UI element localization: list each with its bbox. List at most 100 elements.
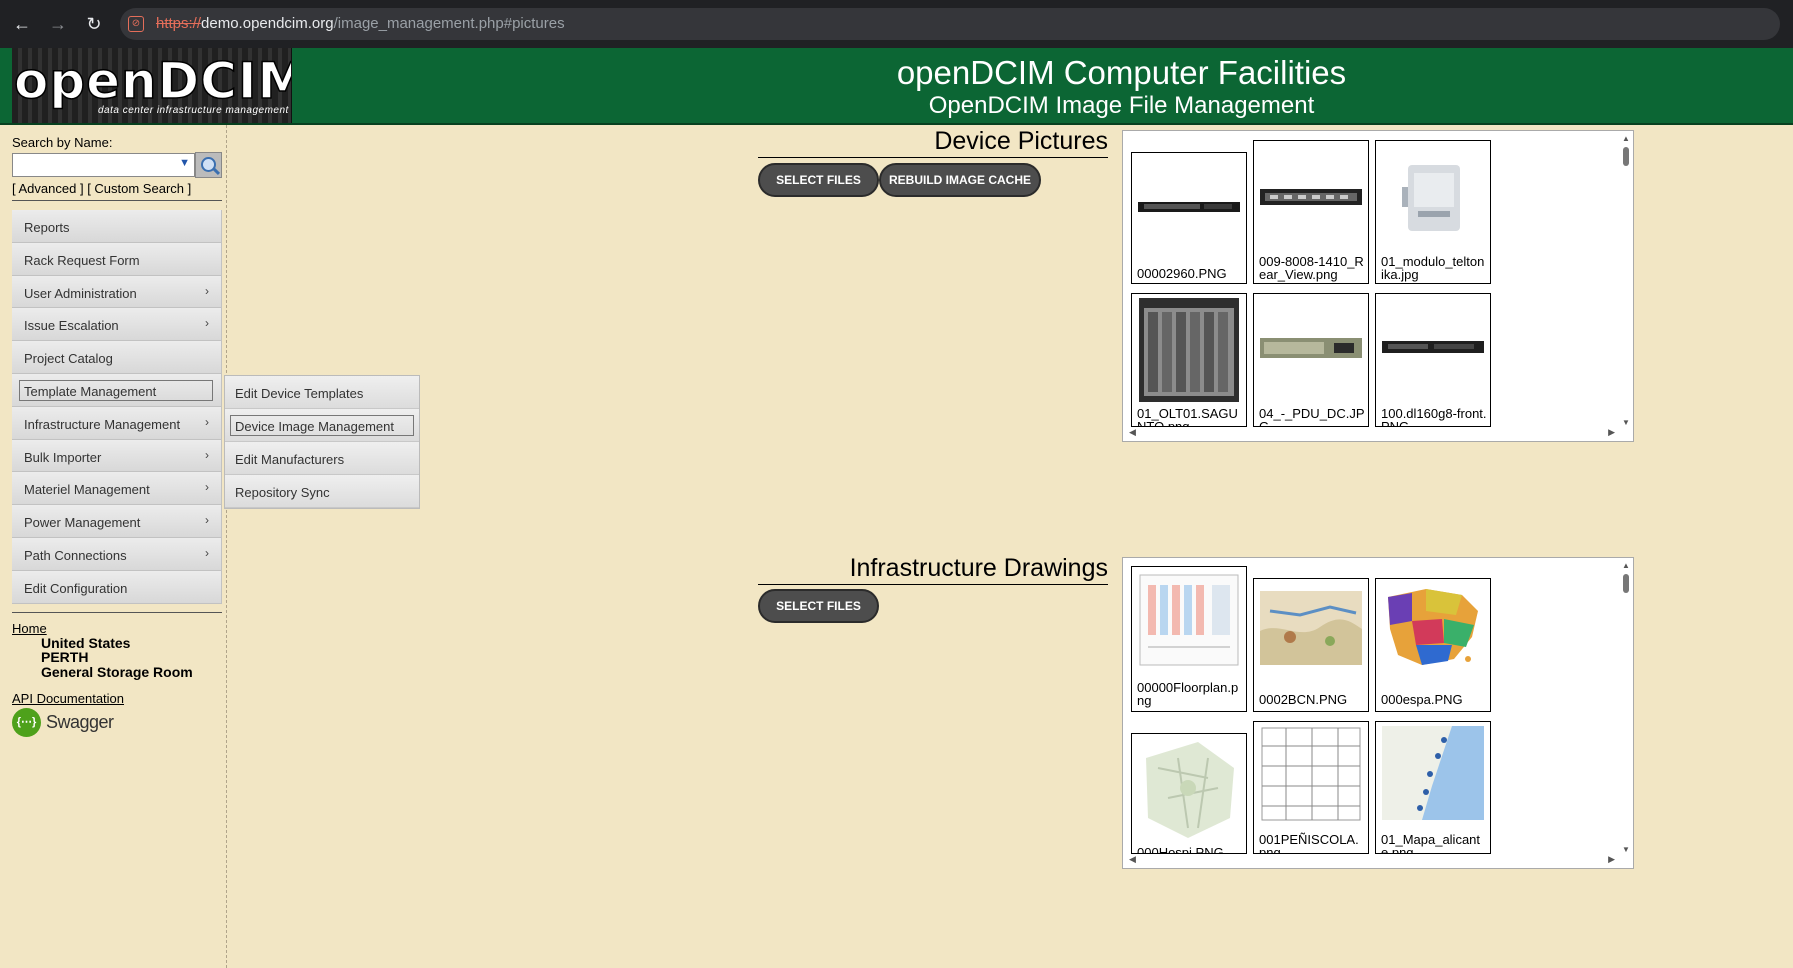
menu-item-bulk-importer[interactable]: Bulk Importer › [12,439,222,473]
page-title: OpenDCIM Image File Management [928,92,1315,119]
search-label: Search by Name: [12,135,113,150]
api-documentation-link[interactable]: API Documentation [12,691,124,706]
menu-item-edit-configuration[interactable]: Edit Configuration [12,570,222,604]
barcelona-map-image [1260,591,1362,665]
menu-label: Infrastructure Management [24,416,181,432]
image-filename: 01_OLT01.SAGUNTO.png [1137,406,1238,427]
scroll-right-icon[interactable]: ▶ [1608,854,1615,865]
template-management-submenu: Edit Device Templates Device Image Manag… [224,375,420,509]
scrollbar-thumb[interactable] [1623,574,1629,593]
custom-search-link[interactable]: [ Custom Search ] [87,181,191,196]
menu-label: Rack Request Form [24,252,140,268]
scroll-right-icon[interactable]: ▶ [1608,427,1615,438]
image-thumbnail[interactable]: 001PEÑISCOLA.png [1253,721,1369,854]
scroll-down-icon[interactable]: ▼ [1622,845,1630,854]
submenu-item-device-image-management[interactable]: Device Image Management [225,409,419,442]
submenu-label: Repository Sync [235,485,330,500]
alicante-map-image [1382,726,1484,820]
advanced-search-link[interactable]: [ Advanced ] [12,181,84,196]
menu-item-rack-request-form[interactable]: Rack Request Form [12,242,222,276]
scroll-left-icon[interactable]: ◀ [1129,854,1136,865]
switch-image [1138,202,1240,212]
image-filename: 009-8008-1410_Rear_View.png [1259,254,1364,282]
image-thumbnail[interactable]: 00000Floorplan.png [1131,566,1247,712]
site-title: openDCIM Computer Facilities [896,54,1347,91]
main-menu: Reports Rack Request Form User Administr… [12,210,222,604]
chevron-right-icon: › [205,480,209,495]
menu-label: Issue Escalation [24,318,119,334]
menu-item-power-management[interactable]: Power Management › [12,505,222,538]
image-thumbnail[interactable]: 000espa.PNG [1375,578,1491,712]
spain-map-image [1388,589,1478,665]
submenu-item-edit-device-templates[interactable]: Edit Device Templates [225,376,419,409]
submenu-item-edit-manufacturers[interactable]: Edit Manufacturers [225,442,419,475]
image-filename: 00002960.PNG [1137,266,1227,281]
rebuild-image-cache-button[interactable]: REBUILD IMAGE CACHE [879,163,1041,197]
reload-icon[interactable]: ↻ [82,12,106,36]
image-thumbnail[interactable]: 00002960.PNG [1131,152,1247,284]
image-filename: 000espa.PNG [1381,692,1463,707]
focus-frame [19,379,213,401]
horizontal-scrollbar[interactable]: ◀ ▶ [1123,853,1621,868]
image-thumbnail[interactable]: 000Hospi.PNG [1131,733,1247,854]
menu-item-user-administration[interactable]: User Administration › [12,275,222,309]
image-thumbnail[interactable]: 04_-_PDU_DC.JPG [1253,293,1369,427]
scrollbar-thumb[interactable] [1623,147,1629,166]
menu-item-infrastructure-management[interactable]: Infrastructure Management › [12,406,222,440]
chevron-right-icon: › [205,414,209,429]
rear-panel-image [1260,189,1362,205]
insecure-site-icon[interactable]: ⊘ [128,16,144,32]
scroll-up-icon[interactable]: ▲ [1622,134,1630,143]
dropdown-arrow-icon[interactable]: ▼ [179,157,190,169]
infrastructure-drawings-gallery[interactable]: 00000Floorplan.png 0002BCN.PNG 000espa.P… [1122,557,1634,869]
chevron-right-icon: › [205,545,209,560]
submenu-label: Edit Manufacturers [235,452,345,467]
page-header: openDCIM data center infrastructure mana… [0,48,1793,125]
browser-toolbar: ← → ↻ ⊘ https://demo.opendcim.org/image_… [0,0,1793,48]
device-pictures-gallery[interactable]: 00002960.PNG 009-8008-1410_Rear_View.png… [1122,130,1634,442]
image-thumbnail[interactable]: 01_modulo_teltonika.jpg [1375,140,1491,284]
chevron-right-icon: › [205,316,209,331]
back-arrow-icon[interactable]: ← [10,12,34,36]
focus-frame [230,415,414,436]
sidebar: Search by Name: ▼ [ Advanced ] [ Custom … [0,125,227,968]
menu-label: Path Connections [24,547,127,563]
swagger-icon: {⋯} [12,708,41,737]
address-bar[interactable]: ⊘ https://demo.opendcim.org/image_manage… [120,8,1780,40]
submenu-item-repository-sync[interactable]: Repository Sync [225,475,419,508]
divider [12,612,222,613]
drawings-select-files-button[interactable]: SELECT FILES [758,589,879,623]
menu-item-reports[interactable]: Reports [12,210,222,243]
menu-item-template-management[interactable]: Template Management [12,373,222,407]
search-button[interactable] [195,152,222,178]
scroll-left-icon[interactable]: ◀ [1129,427,1136,438]
submenu-label: Edit Device Templates [235,386,364,401]
olt-chassis-image [1139,298,1239,402]
scroll-up-icon[interactable]: ▲ [1622,561,1630,570]
vertical-scrollbar[interactable]: ▲ ▼ [1619,558,1633,854]
device-pictures-heading: Device Pictures [758,127,1108,158]
vertical-scrollbar[interactable]: ▲ ▼ [1619,131,1633,427]
menu-item-path-connections[interactable]: Path Connections › [12,537,222,571]
image-thumbnail[interactable]: 100.dl160g8-front.PNG [1375,293,1491,427]
image-thumbnail[interactable]: 0002BCN.PNG [1253,578,1369,712]
teltonika-module-image [1402,165,1460,231]
home-link[interactable]: Home [12,621,47,636]
floorplan-image [1139,574,1239,666]
peniscola-plan-image [1261,727,1361,821]
horizontal-scrollbar[interactable]: ◀ ▶ [1123,426,1621,441]
menu-item-project-catalog[interactable]: Project Catalog [12,341,222,374]
menu-label: Power Management [24,515,141,531]
image-thumbnail[interactable]: 01_Mapa_alicante.png [1375,721,1491,854]
image-thumbnail[interactable]: 01_OLT01.SAGUNTO.png [1131,293,1247,427]
device-pictures-select-files-button[interactable]: SELECT FILES [758,163,879,197]
location-datacenter: PERTH [41,649,89,665]
image-filename: 00000Floorplan.png [1137,680,1239,708]
menu-label: Bulk Importer [24,449,102,465]
forward-arrow-icon[interactable]: → [46,12,70,36]
image-thumbnail[interactable]: 009-8008-1410_Rear_View.png [1253,140,1369,284]
menu-item-materiel-management[interactable]: Materiel Management › [12,472,222,506]
search-input[interactable]: ▼ [12,153,195,177]
scroll-down-icon[interactable]: ▼ [1622,418,1630,427]
menu-item-issue-escalation[interactable]: Issue Escalation › [12,308,222,342]
